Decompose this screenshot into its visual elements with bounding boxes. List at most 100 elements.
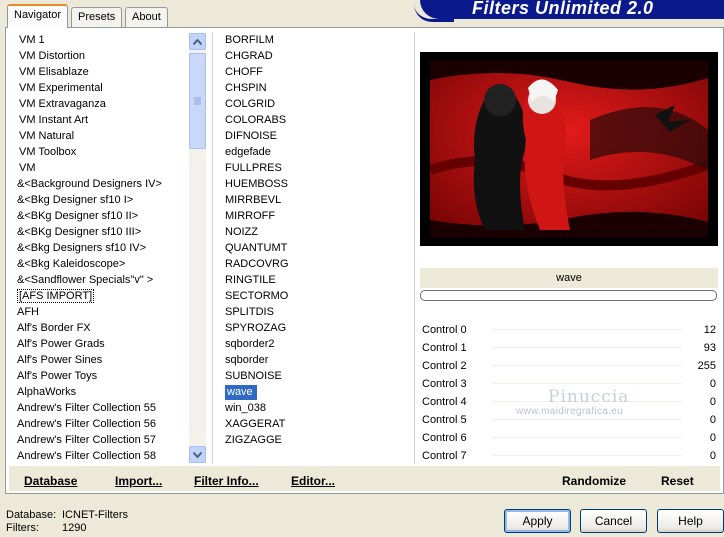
filter-label: DIFNOISE bbox=[225, 130, 277, 142]
apply-label: Apply bbox=[522, 514, 553, 528]
scroll-thumb[interactable] bbox=[189, 53, 206, 149]
filter-item[interactable]: COLGRID bbox=[223, 96, 413, 112]
control-value: 255 bbox=[697, 360, 716, 372]
category-item[interactable]: VM Instant Art bbox=[9, 112, 189, 128]
category-item[interactable]: Alf's Power Grads bbox=[9, 336, 189, 352]
category-item[interactable]: VM bbox=[9, 160, 189, 176]
tab-label: Navigator bbox=[14, 9, 62, 21]
category-item[interactable]: &<Bkg Designers sf10 IV> bbox=[9, 240, 189, 256]
tab-about[interactable]: About bbox=[125, 7, 168, 27]
category-label: &<Bkg Designer sf10 I> bbox=[17, 194, 134, 206]
help-button[interactable]: Help bbox=[657, 509, 724, 533]
category-item[interactable]: &<BKg Designer sf10 II> bbox=[9, 208, 189, 224]
editor-button[interactable]: Editor... bbox=[291, 474, 335, 488]
control-slider[interactable] bbox=[492, 383, 682, 384]
tab-presets[interactable]: Presets bbox=[71, 7, 123, 27]
category-item[interactable]: Alf's Power Toys bbox=[9, 368, 189, 384]
cancel-button[interactable]: Cancel bbox=[580, 509, 647, 533]
control-row[interactable]: Control 0 12 bbox=[420, 321, 718, 339]
control-slider[interactable] bbox=[492, 329, 682, 330]
filter-item[interactable]: NOIZZ bbox=[223, 224, 413, 240]
list-separator bbox=[212, 32, 213, 464]
import-button[interactable]: Import... bbox=[115, 474, 162, 488]
filter-item[interactable]: COLORABS bbox=[223, 112, 413, 128]
randomize-button[interactable]: Randomize bbox=[562, 474, 626, 488]
preview-artwork bbox=[430, 60, 708, 238]
category-item[interactable]: &<Background Designers IV> bbox=[9, 176, 189, 192]
filter-item[interactable]: win_038 bbox=[223, 400, 413, 416]
category-item[interactable]: AlphaWorks bbox=[9, 384, 189, 400]
filter-item[interactable]: DIFNOISE bbox=[223, 128, 413, 144]
filter-item[interactable]: sqborder2 bbox=[223, 336, 413, 352]
filter-item[interactable]: sqborder bbox=[223, 352, 413, 368]
category-item[interactable]: Alf's Power Sines bbox=[9, 352, 189, 368]
filter-info-button[interactable]: Filter Info... bbox=[194, 474, 259, 488]
filter-item[interactable]: wave bbox=[223, 384, 413, 400]
scroll-down-button[interactable] bbox=[189, 446, 206, 463]
category-item[interactable]: VM Distortion bbox=[9, 48, 189, 64]
filter-item[interactable]: CHSPIN bbox=[223, 80, 413, 96]
filter-item[interactable]: ZIGZAGGE bbox=[223, 432, 413, 448]
apply-button[interactable]: Apply bbox=[504, 509, 571, 533]
filter-list[interactable]: BORFILM CHGRAD CHOFF CHSPIN COLGRID COLORABS D… bbox=[223, 32, 413, 464]
category-item[interactable]: Andrew's Filter Collection 55 bbox=[9, 400, 189, 416]
filter-item[interactable]: BORFILM bbox=[223, 32, 413, 48]
filter-label: MIRROFF bbox=[225, 210, 276, 222]
category-item[interactable]: Alf's Border FX bbox=[9, 320, 189, 336]
category-item[interactable]: VM Natural bbox=[9, 128, 189, 144]
control-slider[interactable] bbox=[492, 347, 682, 348]
category-item[interactable]: [AFS IMPORT] bbox=[9, 288, 189, 304]
category-item[interactable]: VM Elisablaze bbox=[9, 64, 189, 80]
control-row[interactable]: Control 1 93 bbox=[420, 339, 718, 357]
scroll-up-button[interactable] bbox=[189, 33, 206, 50]
filter-item[interactable]: HUEMBOSS bbox=[223, 176, 413, 192]
control-row[interactable]: Control 2 255 bbox=[420, 357, 718, 375]
category-item[interactable]: &<Bkg Kaleidoscope> bbox=[9, 256, 189, 272]
category-item[interactable]: &<BKg Designer sf10 III> bbox=[9, 224, 189, 240]
control-slider[interactable] bbox=[492, 419, 682, 420]
filter-item[interactable]: SPLITDIS bbox=[223, 304, 413, 320]
filter-name-display: wave bbox=[420, 268, 718, 288]
category-item[interactable]: Andrew's Filter Collection 57 bbox=[9, 432, 189, 448]
filter-item[interactable]: SPYROZAG bbox=[223, 320, 413, 336]
category-item[interactable]: VM 1 bbox=[9, 32, 189, 48]
filter-item[interactable]: XAGGERAT bbox=[223, 416, 413, 432]
chevron-down-icon bbox=[193, 451, 202, 458]
filter-item[interactable]: FULLPRES bbox=[223, 160, 413, 176]
control-slider[interactable] bbox=[492, 365, 682, 366]
category-item[interactable]: Andrew's Filter Collection 56 bbox=[9, 416, 189, 432]
category-item[interactable]: VM Toolbox bbox=[9, 144, 189, 160]
category-item[interactable]: &<Bkg Designer sf10 I> bbox=[9, 192, 189, 208]
filter-item[interactable]: RINGTILE bbox=[223, 272, 413, 288]
filter-item[interactable]: SECTORMO bbox=[223, 288, 413, 304]
control-value: 0 bbox=[709, 414, 716, 426]
filter-item[interactable]: edgefade bbox=[223, 144, 413, 160]
filter-item[interactable]: RADCOVRG bbox=[223, 256, 413, 272]
database-status-value: ICNET-Filters bbox=[62, 509, 128, 521]
filter-item[interactable]: MIRRBEVL bbox=[223, 192, 413, 208]
database-button[interactable]: Database bbox=[24, 474, 77, 488]
control-slider[interactable] bbox=[492, 437, 682, 438]
category-item[interactable]: Andrew's Filter Collection 58 bbox=[9, 448, 189, 464]
database-label: Database bbox=[24, 474, 78, 488]
control-row[interactable]: Control 7 0 bbox=[420, 447, 718, 465]
category-item[interactable]: VM Experimental bbox=[9, 80, 189, 96]
filter-item[interactable]: MIRROFF bbox=[223, 208, 413, 224]
category-scrollbar[interactable] bbox=[189, 33, 206, 463]
control-label: Control 4 bbox=[422, 396, 467, 408]
control-slider[interactable] bbox=[492, 455, 682, 456]
filter-label: RADCOVRG bbox=[225, 258, 289, 270]
control-row[interactable]: Control 6 0 bbox=[420, 429, 718, 447]
filter-item[interactable]: CHOFF bbox=[223, 64, 413, 80]
category-label: VM 1 bbox=[19, 34, 45, 46]
filter-item[interactable]: CHGRAD bbox=[223, 48, 413, 64]
category-list[interactable]: VM 1 VM Distortion VM Elisablaze VM Experim… bbox=[9, 32, 189, 464]
control-value: 0 bbox=[709, 378, 716, 390]
category-item[interactable]: VM Extravaganza bbox=[9, 96, 189, 112]
tab-navigator[interactable]: Navigator bbox=[7, 4, 69, 28]
category-item[interactable]: AFH bbox=[9, 304, 189, 320]
filter-item[interactable]: SUBNOISE bbox=[223, 368, 413, 384]
reset-button[interactable]: Reset bbox=[661, 474, 694, 488]
category-item[interactable]: &<Sandflower Specials"v" > bbox=[9, 272, 189, 288]
filter-item[interactable]: QUANTUMT bbox=[223, 240, 413, 256]
